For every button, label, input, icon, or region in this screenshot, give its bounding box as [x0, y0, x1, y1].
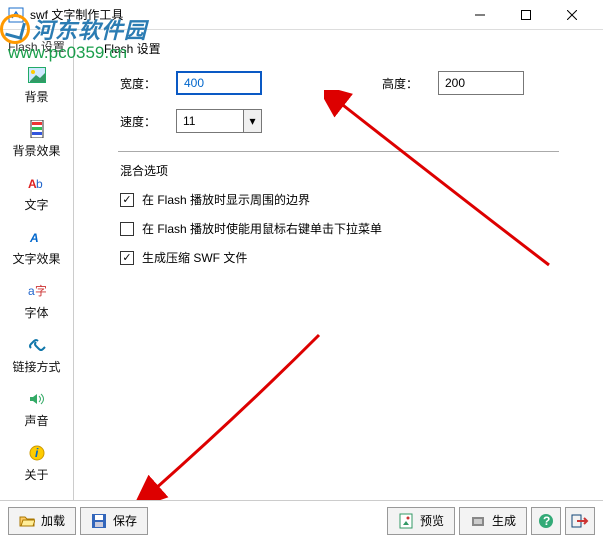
sidebar-item-label: 文字效果	[4, 250, 69, 267]
close-button[interactable]	[549, 0, 595, 30]
text-effect-icon: A	[27, 227, 47, 247]
sidebar-item-label: 背景	[4, 88, 69, 105]
body: Flash 设置 背景 背景效果 Ab 文字 A 文字效果 a字 字体 链接方式	[0, 30, 603, 500]
film-icon	[27, 119, 47, 139]
sidebar-header: Flash 设置	[2, 34, 71, 59]
main-panel: Flash 设置 宽度： 高度： 速度： 11 ▾ 混合选项 ✓ 在 Flash…	[74, 30, 603, 500]
checkbox-icon: ✓	[120, 193, 134, 207]
annotation-arrow	[134, 330, 334, 500]
panel-group-title: Flash 设置	[96, 40, 581, 57]
row-speed: 速度： 11 ▾	[120, 109, 581, 133]
maximize-button[interactable]	[503, 0, 549, 30]
width-input[interactable]	[176, 71, 262, 95]
svg-text:b: b	[36, 177, 43, 191]
checkbox-label: 在 Flash 播放时使能用鼠标右键单击下拉菜单	[142, 220, 382, 237]
titlebar: swf 文字制作工具	[0, 0, 603, 30]
bottombar: 加载 保存 预览 生成 ?	[0, 500, 603, 540]
speed-value: 11	[183, 114, 195, 128]
minimize-button[interactable]	[457, 0, 503, 30]
sidebar-item-text[interactable]: Ab 文字	[2, 167, 71, 221]
row-width-height: 宽度： 高度：	[120, 71, 581, 95]
sidebar-item-link[interactable]: 链接方式	[2, 329, 71, 383]
checkbox-border[interactable]: ✓ 在 Flash 播放时显示周围的边界	[120, 191, 581, 208]
svg-text:?: ?	[543, 514, 550, 528]
sidebar-item-label: 文字	[4, 196, 69, 213]
checkbox-compress[interactable]: ✓ 生成压缩 SWF 文件	[120, 249, 581, 266]
checkbox-rightclick[interactable]: 在 Flash 播放时使能用鼠标右键单击下拉菜单	[120, 220, 581, 237]
speed-select[interactable]: 11 ▾	[176, 109, 262, 133]
build-icon	[470, 513, 486, 529]
app-icon	[8, 7, 24, 23]
button-label: 保存	[113, 512, 137, 529]
sidebar-item-label: 声音	[4, 412, 69, 429]
height-input[interactable]	[438, 71, 524, 95]
save-icon	[91, 513, 107, 529]
checkbox-icon	[120, 222, 134, 236]
checkbox-icon: ✓	[120, 251, 134, 265]
button-label: 生成	[492, 512, 516, 529]
checkbox-label: 在 Flash 播放时显示周围的边界	[142, 191, 310, 208]
svg-text:A: A	[29, 231, 39, 245]
button-label: 预览	[420, 512, 444, 529]
height-label: 高度：	[382, 75, 438, 92]
button-label: 加载	[41, 512, 65, 529]
sidebar-item-sound[interactable]: 声音	[2, 383, 71, 437]
exit-icon	[571, 513, 589, 529]
exit-button[interactable]	[565, 507, 595, 535]
window-title: swf 文字制作工具	[30, 6, 457, 23]
text-icon: Ab	[27, 173, 47, 193]
sidebar: Flash 设置 背景 背景效果 Ab 文字 A 文字效果 a字 字体 链接方式	[0, 30, 74, 500]
speed-label: 速度：	[120, 113, 176, 130]
sidebar-item-label: 背景效果	[4, 142, 69, 159]
sidebar-item-font[interactable]: a字 字体	[2, 275, 71, 329]
link-icon	[27, 335, 47, 355]
sidebar-item-label: 链接方式	[4, 358, 69, 375]
save-button[interactable]: 保存	[80, 507, 148, 535]
sidebar-item-label: 关于	[4, 466, 69, 483]
help-button[interactable]: ?	[531, 507, 561, 535]
checkbox-label: 生成压缩 SWF 文件	[142, 249, 247, 266]
mix-options-title: 混合选项	[120, 162, 581, 179]
help-icon: ?	[538, 513, 554, 529]
sidebar-item-background-effect[interactable]: 背景效果	[2, 113, 71, 167]
sidebar-item-label: 字体	[4, 304, 69, 321]
width-label: 宽度：	[120, 75, 176, 92]
svg-text:a: a	[28, 284, 35, 298]
font-icon: a字	[27, 281, 47, 301]
load-button[interactable]: 加载	[8, 507, 76, 535]
sidebar-item-background[interactable]: 背景	[2, 59, 71, 113]
chevron-down-icon: ▾	[243, 110, 261, 132]
image-icon	[27, 65, 47, 85]
divider	[118, 151, 559, 152]
folder-open-icon	[19, 513, 35, 529]
sound-icon	[27, 389, 47, 409]
preview-icon	[398, 513, 414, 529]
preview-button[interactable]: 预览	[387, 507, 455, 535]
sidebar-item-text-effect[interactable]: A 文字效果	[2, 221, 71, 275]
svg-text:字: 字	[35, 283, 46, 298]
build-button[interactable]: 生成	[459, 507, 527, 535]
sidebar-item-about[interactable]: i 关于	[2, 437, 71, 491]
info-icon: i	[27, 443, 47, 463]
